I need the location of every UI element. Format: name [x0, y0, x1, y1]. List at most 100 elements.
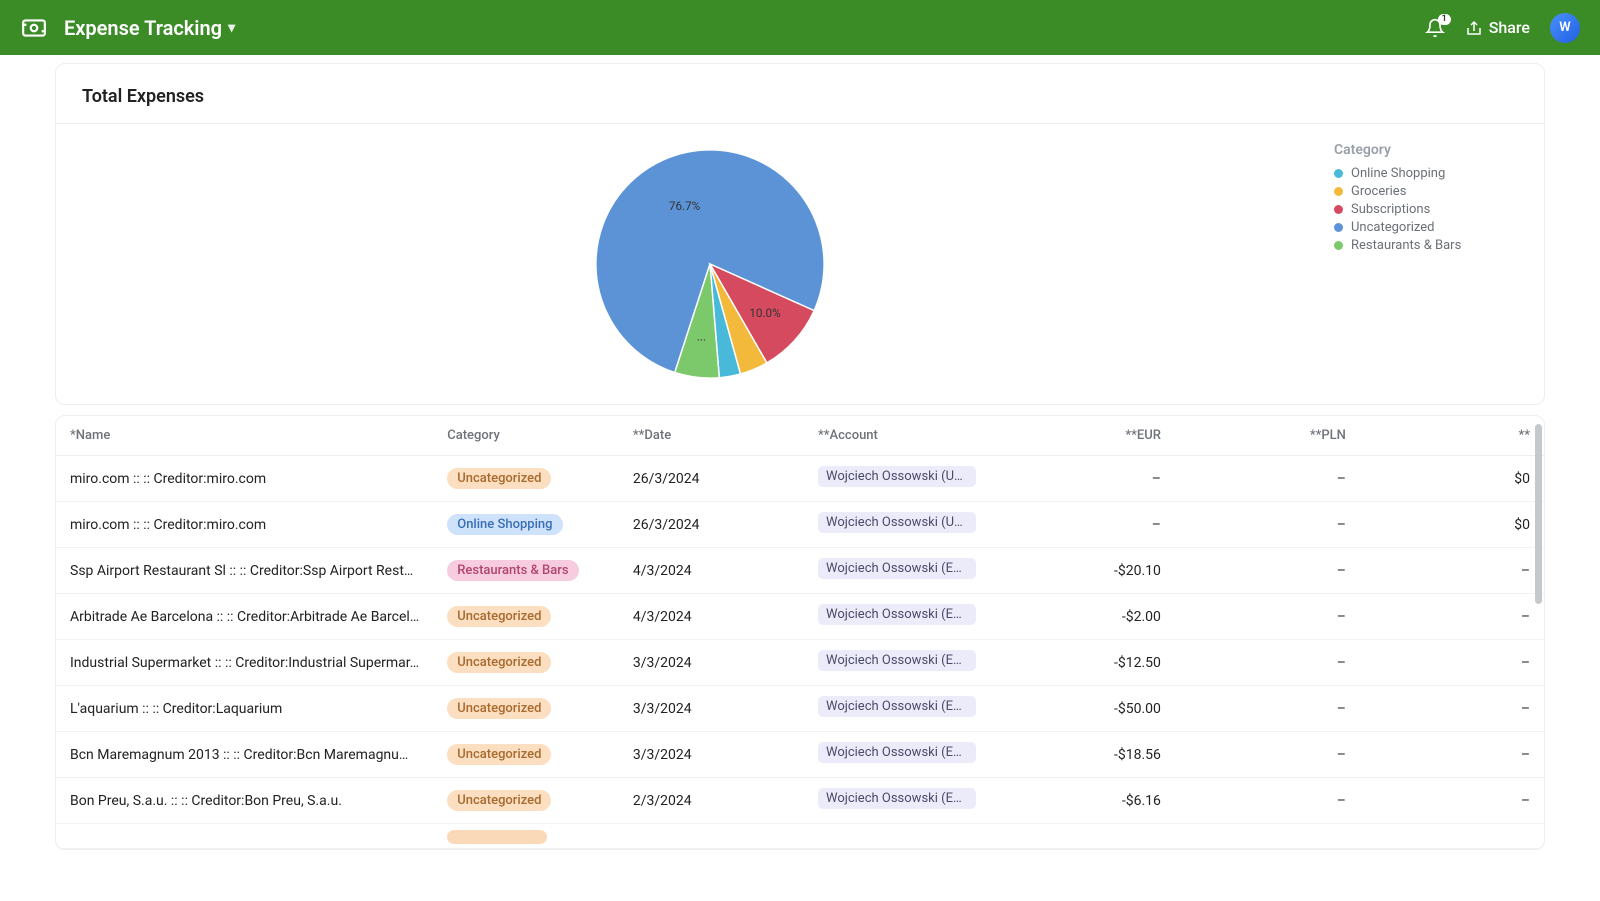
share-icon: [1465, 19, 1483, 37]
cell-category: Uncategorized: [433, 456, 619, 502]
category-tag[interactable]: [447, 830, 547, 844]
table-row[interactable]: L'aquarium :: :: Creditor:Laquarium Uncat…: [56, 686, 1544, 732]
account-tag[interactable]: Wojciech Ossowski (USD: [818, 512, 976, 533]
cell-pln: –: [1175, 732, 1360, 778]
legend-dot: [1334, 169, 1343, 178]
avatar[interactable]: W: [1550, 13, 1580, 43]
cell-category: Uncategorized: [433, 640, 619, 686]
cell-last: –: [1360, 686, 1544, 732]
cell-eur: –: [990, 456, 1175, 502]
cell-eur: -$2.00: [990, 594, 1175, 640]
cell-last: –: [1360, 732, 1544, 778]
share-label: Share: [1489, 18, 1530, 37]
cell-last: –: [1360, 594, 1544, 640]
cell-pln: –: [1175, 502, 1360, 548]
table-row[interactable]: miro.com :: :: Creditor:miro.com Online S…: [56, 502, 1544, 548]
table-row[interactable]: Arbitrade Ae Barcelona :: :: Creditor:Ar…: [56, 594, 1544, 640]
cell-date: 26/3/2024: [619, 502, 804, 548]
cell-account: Wojciech Ossowski (USD: [804, 456, 990, 502]
account-tag[interactable]: Wojciech Ossowski (EUR): [818, 558, 976, 579]
cell-date: 3/3/2024: [619, 732, 804, 778]
cell-last: –: [1360, 778, 1544, 824]
account-tag[interactable]: Wojciech Ossowski (EUR): [818, 696, 976, 717]
legend-item[interactable]: Uncategorized: [1334, 220, 1514, 235]
app-icon: [20, 14, 48, 42]
cell-last: –: [1360, 548, 1544, 594]
expenses-table-container: *NameCategory**Date**Account**EUR**PLN**…: [55, 415, 1545, 850]
cell-date: 3/3/2024: [619, 686, 804, 732]
cell-account: Wojciech Ossowski (EUR): [804, 686, 990, 732]
category-tag[interactable]: Uncategorized: [447, 698, 551, 719]
account-tag[interactable]: Wojciech Ossowski (USD: [818, 466, 976, 487]
column-header[interactable]: **: [1360, 416, 1544, 456]
cell-date: 3/3/2024: [619, 640, 804, 686]
scrollbar[interactable]: [1535, 424, 1542, 604]
legend-dot: [1334, 187, 1343, 196]
column-header[interactable]: *Name: [56, 416, 433, 456]
table-row[interactable]: miro.com :: :: Creditor:miro.comUncatego…: [56, 456, 1544, 502]
workspace-title-dropdown[interactable]: Expense Tracking ▾: [64, 16, 235, 40]
legend-item[interactable]: Restaurants & Bars: [1334, 238, 1514, 253]
table-row[interactable]: Industrial Supermarket :: :: Creditor:In…: [56, 640, 1544, 686]
column-header[interactable]: **EUR: [990, 416, 1175, 456]
legend-label: Restaurants & Bars: [1351, 238, 1461, 253]
legend-dot: [1334, 223, 1343, 232]
account-tag[interactable]: Wojciech Ossowski (EUR): [818, 788, 976, 809]
cell-category: Restaurants & Bars: [433, 548, 619, 594]
account-tag[interactable]: Wojciech Ossowski (EUR): [818, 604, 976, 625]
table-row[interactable]: Ssp Airport Restaurant Sl :: :: Creditor…: [56, 548, 1544, 594]
cell-name: Bcn Maremagnum 2013 :: :: Creditor:Bcn M…: [56, 732, 433, 778]
notifications-button[interactable]: 1: [1425, 18, 1445, 38]
category-tag[interactable]: Uncategorized: [447, 606, 551, 627]
legend-title: Category: [1334, 142, 1514, 158]
cell-pln: –: [1175, 548, 1360, 594]
column-header[interactable]: Category: [433, 416, 619, 456]
cell-name: L'aquarium :: :: Creditor:Laquarium: [56, 686, 433, 732]
cell-category: Uncategorized: [433, 732, 619, 778]
cell-last: $0: [1360, 456, 1544, 502]
app-header: Expense Tracking ▾ 1 Share W: [0, 0, 1600, 55]
category-tag[interactable]: Uncategorized: [447, 790, 551, 811]
cell-eur: -$6.16: [990, 778, 1175, 824]
legend-dot: [1334, 205, 1343, 214]
cell-pln: –: [1175, 640, 1360, 686]
table-header: *NameCategory**Date**Account**EUR**PLN**: [56, 416, 1544, 456]
cell-date: 4/3/2024: [619, 548, 804, 594]
account-tag[interactable]: Wojciech Ossowski (EUR): [818, 742, 976, 763]
notification-count: 1: [1438, 14, 1451, 25]
table-row[interactable]: Bon Preu, S.a.u. :: :: Creditor:Bon Preu…: [56, 778, 1544, 824]
category-tag[interactable]: Uncategorized: [447, 652, 551, 673]
cell-account: Wojciech Ossowski (EUR): [804, 732, 990, 778]
category-tag[interactable]: Restaurants & Bars: [447, 560, 578, 581]
category-tag[interactable]: Uncategorized: [447, 468, 551, 489]
legend-item[interactable]: Online Shopping: [1334, 166, 1514, 181]
cell-eur: -$12.50: [990, 640, 1175, 686]
cell-pln: –: [1175, 456, 1360, 502]
column-header[interactable]: **PLN: [1175, 416, 1360, 456]
legend-label: Subscriptions: [1351, 202, 1430, 217]
category-tag[interactable]: Online Shopping: [447, 514, 562, 535]
column-header[interactable]: **Account: [804, 416, 990, 456]
cell-pln: –: [1175, 686, 1360, 732]
cell-account: Wojciech Ossowski (EUR): [804, 548, 990, 594]
table-row[interactable]: [56, 824, 1544, 849]
account-tag[interactable]: Wojciech Ossowski (EUR): [818, 650, 976, 671]
table-row[interactable]: Bcn Maremagnum 2013 :: :: Creditor:Bcn M…: [56, 732, 1544, 778]
legend-item[interactable]: Groceries: [1334, 184, 1514, 199]
legend-dot: [1334, 241, 1343, 250]
column-header[interactable]: **Date: [619, 416, 804, 456]
card-title: Total Expenses: [56, 64, 1544, 124]
cell-name: Bon Preu, S.a.u. :: :: Creditor:Bon Preu…: [56, 778, 433, 824]
cell-category: Uncategorized: [433, 594, 619, 640]
avatar-initial: W: [1559, 20, 1570, 35]
cell-date: 4/3/2024: [619, 594, 804, 640]
table-body: miro.com :: :: Creditor:miro.comUncatego…: [56, 456, 1544, 849]
share-button[interactable]: Share: [1465, 18, 1530, 37]
legend-item[interactable]: Subscriptions: [1334, 202, 1514, 217]
cell-eur: -$50.00: [990, 686, 1175, 732]
cell-name: Ssp Airport Restaurant Sl :: :: Creditor…: [56, 548, 433, 594]
legend-label: Groceries: [1351, 184, 1406, 199]
pie-chart-area: 76.7%10.0%...: [86, 142, 1334, 386]
cell-name: miro.com :: :: Creditor:miro.com: [56, 502, 433, 548]
category-tag[interactable]: Uncategorized: [447, 744, 551, 765]
